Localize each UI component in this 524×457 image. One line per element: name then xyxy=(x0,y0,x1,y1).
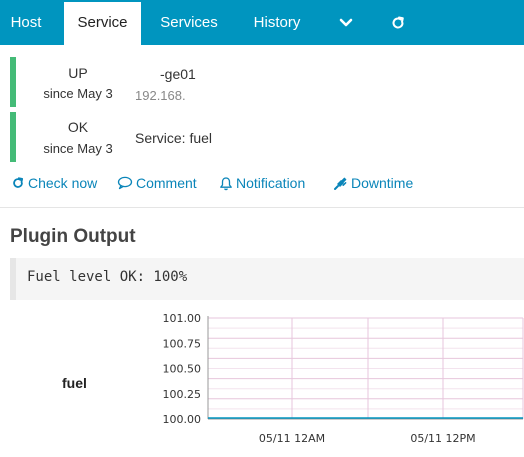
perfdata-metric-label: fuel xyxy=(62,375,87,391)
section-divider xyxy=(0,207,524,208)
comment-link[interactable]: Comment xyxy=(117,175,197,191)
check-now-label: Check now xyxy=(28,175,98,191)
graph-y-tick-label: 101.00 xyxy=(163,312,202,325)
tab-bar: Host Service Services History xyxy=(0,0,524,45)
fuel-graph: 101.00 100.75 100.50 100.25 100.00 05/11 12A… xyxy=(163,312,524,445)
host-state-since: since May 3 xyxy=(43,86,113,101)
tab-history[interactable]: History xyxy=(244,0,310,45)
graph-y-tick-label: 100.50 xyxy=(163,363,202,376)
graph-x-tick-label: 05/11 12PM xyxy=(410,432,475,445)
tab-services[interactable]: Services xyxy=(150,0,228,45)
host-state: UP xyxy=(68,65,88,81)
refresh-icon[interactable] xyxy=(386,0,410,45)
graph-x-tick-label: 05/11 12AM xyxy=(259,432,325,445)
comment-icon xyxy=(117,176,133,190)
host-name: -ge01 xyxy=(160,66,196,82)
plugin-output-title: Plugin Output xyxy=(10,226,136,247)
graph-y-tick-label: 100.00 xyxy=(163,413,202,426)
downtime-label: Downtime xyxy=(351,175,414,191)
host-address: 192.168. xyxy=(135,88,186,103)
notification-link[interactable]: Notification xyxy=(219,175,305,191)
tab-host[interactable]: Host xyxy=(0,0,52,45)
service-state-since: since May 3 xyxy=(43,141,113,156)
refresh-icon xyxy=(13,177,24,188)
notification-label: Notification xyxy=(236,175,306,191)
tab-service[interactable]: Service xyxy=(64,2,141,45)
service-name: Service: fuel xyxy=(135,130,213,146)
comment-label: Comment xyxy=(136,175,197,191)
plug-icon xyxy=(334,177,347,190)
service-state: OK xyxy=(67,119,89,135)
plugin-output-text: Fuel level OK: 100% xyxy=(27,269,188,285)
service-state-row[interactable]: OK since May 3 Service: fuel xyxy=(10,112,524,162)
plugin-output-box: Fuel level OK: 100% xyxy=(10,258,524,300)
bell-icon xyxy=(220,176,232,190)
chevron-down-icon[interactable] xyxy=(334,0,358,45)
quick-actions: Check now Comment Notification Downtime xyxy=(0,175,524,195)
graph-y-tick-label: 100.25 xyxy=(163,388,202,401)
check-now-link[interactable]: Check now xyxy=(11,175,97,191)
graph-y-tick-label: 100.75 xyxy=(163,337,202,350)
host-state-row[interactable]: UP since May 3 -ge01 192.168. xyxy=(10,57,524,107)
downtime-link[interactable]: Downtime xyxy=(333,175,413,191)
